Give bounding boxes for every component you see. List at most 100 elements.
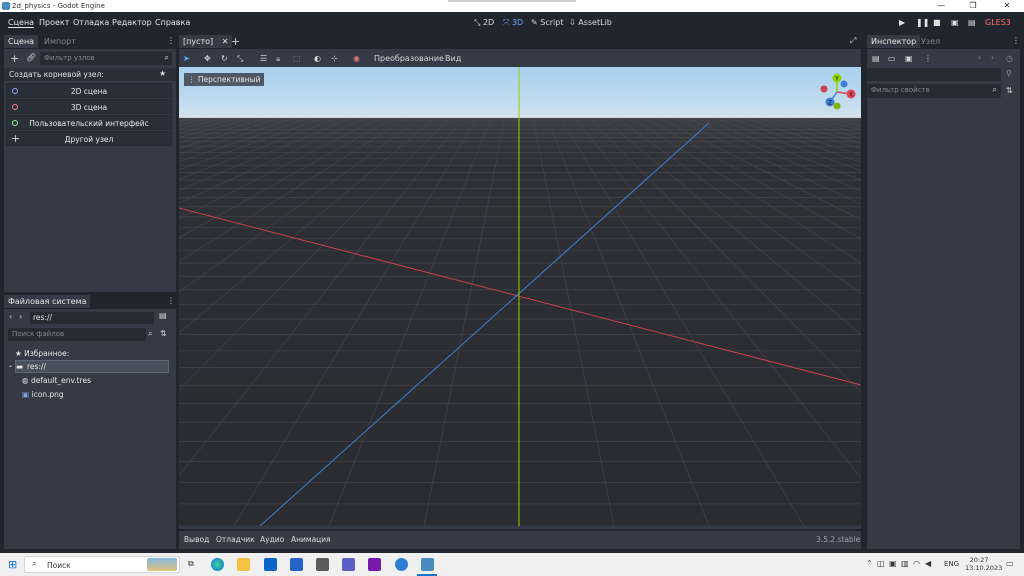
dock-menu-icon[interactable]: ⋮ xyxy=(167,296,175,305)
dock-menu-icon[interactable]: ⋮ xyxy=(167,36,175,45)
camera-icon[interactable]: ◉ xyxy=(353,54,360,63)
tray-chevron-icon[interactable]: ⌃ xyxy=(866,559,873,568)
pause-icon[interactable]: ❚❚ xyxy=(916,18,929,27)
object-path-field[interactable] xyxy=(867,68,1001,81)
tray-app-icon[interactable]: ◫ xyxy=(877,559,885,568)
file-explorer-icon[interactable] xyxy=(237,558,250,571)
menu-help[interactable]: Справка xyxy=(155,18,190,27)
menu-editor[interactable]: Редактор xyxy=(112,18,152,27)
file-search-input[interactable]: Поиск файлов xyxy=(8,328,146,341)
play-scene-icon[interactable]: ▣ xyxy=(951,18,959,27)
res-root-item[interactable]: ▬ res:// xyxy=(15,360,169,373)
split-view-icon[interactable]: ▤ xyxy=(159,311,167,320)
path-field[interactable]: res:// xyxy=(30,312,154,324)
favorite-star-icon[interactable]: ★ xyxy=(159,69,166,78)
back-icon[interactable]: ‹ xyxy=(9,312,12,321)
workspace-script-button[interactable]: ✎ Script xyxy=(531,18,563,27)
gizmo-neg-y[interactable] xyxy=(833,102,841,110)
close-tab-icon[interactable]: ✕ xyxy=(222,37,229,46)
language-indicator[interactable]: ENG xyxy=(944,560,959,568)
tab-debugger[interactable]: Отладчик xyxy=(216,535,255,544)
instance-link-icon[interactable]: 🔗︎ xyxy=(26,53,36,62)
menu-project[interactable]: Проект xyxy=(39,18,69,27)
tab-animation[interactable]: Анимация xyxy=(291,535,331,544)
open-resource-icon[interactable]: ▭ xyxy=(888,54,896,63)
onenote-icon[interactable] xyxy=(368,558,381,571)
tab-filesystem[interactable]: Файловая система xyxy=(4,295,91,308)
orientation-gizmo[interactable]: Y X Z xyxy=(817,72,857,112)
add-node-icon[interactable]: + xyxy=(10,52,19,65)
history-forward-icon[interactable]: › xyxy=(991,53,994,62)
godot-taskbar-icon[interactable] xyxy=(421,558,434,571)
sort-icon[interactable]: ⇅ xyxy=(1006,86,1013,95)
file-icon-png[interactable]: ▣ icon.png xyxy=(22,390,64,399)
notifications-icon[interactable]: ▭ xyxy=(1006,559,1014,568)
dock-menu-icon[interactable]: ⋮ xyxy=(1012,36,1020,45)
tab-empty-scene[interactable]: [пусто] ✕ xyxy=(179,35,233,48)
workspace-assetlib-button[interactable]: ⇩ AssetLib xyxy=(569,18,612,27)
snap-icon[interactable]: ⊹ xyxy=(331,54,338,63)
menu-scene[interactable]: Сцена xyxy=(8,18,35,28)
forward-icon[interactable]: › xyxy=(19,312,22,321)
renderer-selector[interactable]: GLES3 xyxy=(985,18,1011,27)
workspace-3d-button[interactable]: ⤧ 3D xyxy=(503,18,523,28)
clock[interactable]: 20:27 13.10.2023 xyxy=(965,556,1002,572)
windows-start-icon[interactable]: ⊞ xyxy=(8,558,17,571)
node-option-3d[interactable]: 3D сцена xyxy=(6,99,172,114)
tab-import[interactable]: Импорт xyxy=(40,35,80,48)
view-menu[interactable]: Вид xyxy=(445,54,461,63)
transform-menu[interactable]: Преобразование xyxy=(374,54,444,63)
file-default-env[interactable]: ◍ default_env.tres xyxy=(22,376,91,385)
app-icon[interactable] xyxy=(316,558,329,571)
maximize-button[interactable]: ❐ xyxy=(958,0,988,12)
node-filter-input[interactable]: Фильтр узлов ⌕ xyxy=(40,52,172,65)
tray-app-icon-2[interactable]: ▣ xyxy=(889,559,897,568)
new-resource-icon[interactable]: ▤ xyxy=(872,54,880,63)
teams-icon[interactable] xyxy=(342,558,355,571)
tab-inspector[interactable]: Инспектор xyxy=(867,35,921,48)
tab-scene[interactable]: Сцена xyxy=(4,35,39,48)
volume-icon[interactable]: ◀ xyxy=(925,559,931,568)
close-window-button[interactable]: ✕ xyxy=(992,0,1022,12)
sort-icon[interactable]: ⇅ xyxy=(160,329,167,338)
3d-viewport[interactable]: ⋮ Перспективный Y X Z xyxy=(179,67,861,526)
group-icon[interactable]: ⬚ xyxy=(293,54,301,63)
edge-icon[interactable] xyxy=(211,558,224,571)
play-icon[interactable]: ▶ xyxy=(899,18,905,27)
tray-app-icon-3[interactable]: ▥ xyxy=(901,559,909,568)
node-option-ui[interactable]: Пользовательский интерфейс xyxy=(6,115,172,130)
scale-tool-icon[interactable]: ⤡ xyxy=(237,54,243,64)
workspace-2d-button[interactable]: ⤡ 2D xyxy=(474,18,494,28)
menu-debug[interactable]: Отладка xyxy=(73,18,109,27)
lock-icon[interactable]: 🔒︎ xyxy=(276,54,280,64)
perspective-menu[interactable]: ⋮ Перспективный xyxy=(184,73,265,86)
gizmo-neg-x[interactable] xyxy=(820,85,828,93)
telegram-icon[interactable] xyxy=(395,558,408,571)
distraction-free-icon[interactable]: ⤢ xyxy=(850,36,856,46)
gizmo-neg-z[interactable] xyxy=(840,80,848,88)
play-custom-scene-icon[interactable]: ▤ xyxy=(968,18,976,27)
node-option-2d[interactable]: 2D сцена xyxy=(6,83,172,98)
more-options-icon[interactable]: ⋮ xyxy=(924,54,932,63)
history-icon[interactable]: ◷ xyxy=(1006,54,1013,63)
collapse-arrow-icon[interactable]: ⌄ xyxy=(8,362,13,369)
new-scene-tab-icon[interactable]: + xyxy=(231,35,240,48)
mail-icon[interactable] xyxy=(264,558,277,571)
taskbar-search[interactable]: ⌕ Поиск xyxy=(24,556,180,573)
history-back-icon[interactable]: ‹ xyxy=(978,53,981,62)
minimize-button[interactable]: — xyxy=(926,0,956,12)
property-filter-input[interactable]: Фильтр свойств ⌕ xyxy=(867,84,1001,98)
rotate-tool-icon[interactable]: ↻ xyxy=(221,54,228,63)
todo-icon[interactable] xyxy=(290,558,303,571)
move-tool-icon[interactable]: ✥ xyxy=(204,54,211,63)
task-view-icon[interactable]: ⧉ xyxy=(188,559,194,569)
stop-icon[interactable]: ■ xyxy=(933,18,941,27)
list-select-icon[interactable]: ☰ xyxy=(260,54,267,63)
tab-node[interactable]: Узел xyxy=(917,35,944,48)
object-properties-icon[interactable]: ⚲ xyxy=(1006,69,1012,78)
wifi-icon[interactable]: ◠ xyxy=(913,559,920,568)
local-space-icon[interactable]: ◐ xyxy=(314,54,321,63)
tab-audio[interactable]: Аудио xyxy=(260,535,284,544)
save-resource-icon[interactable]: ▣ xyxy=(905,54,913,63)
select-tool-icon[interactable]: ➤ xyxy=(183,54,190,63)
